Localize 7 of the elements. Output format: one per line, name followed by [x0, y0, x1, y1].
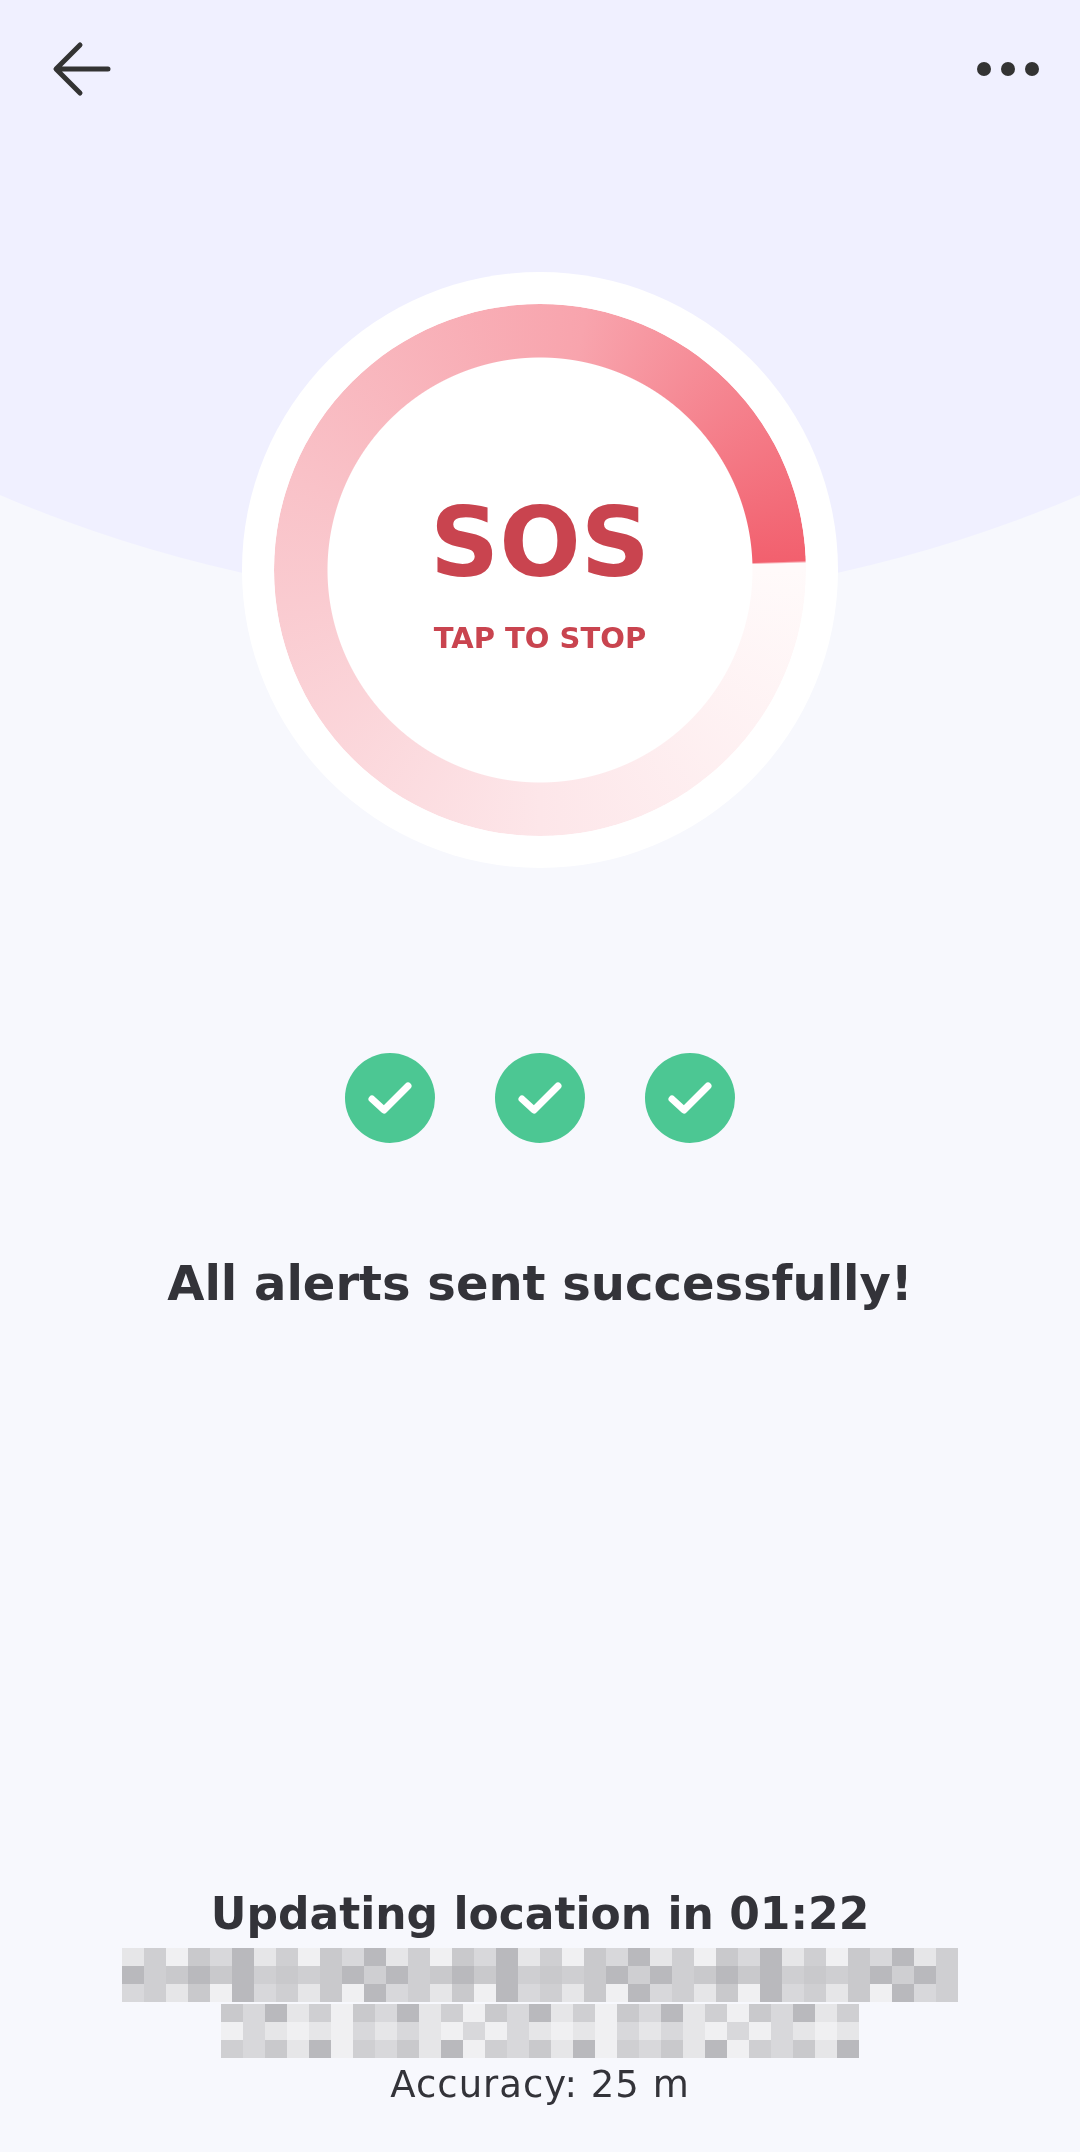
accuracy-label: Accuracy: 25 m	[390, 2062, 690, 2108]
status-message: All alerts sent successfully!	[167, 1254, 913, 1313]
more-icon[interactable]	[976, 61, 1040, 77]
sos-title: SOS	[430, 495, 650, 591]
tap-to-stop-label: TAP TO STOP	[433, 621, 647, 655]
back-arrow-icon[interactable]	[52, 41, 112, 97]
location-countdown: Updating location in 01:22	[210, 1887, 870, 1941]
